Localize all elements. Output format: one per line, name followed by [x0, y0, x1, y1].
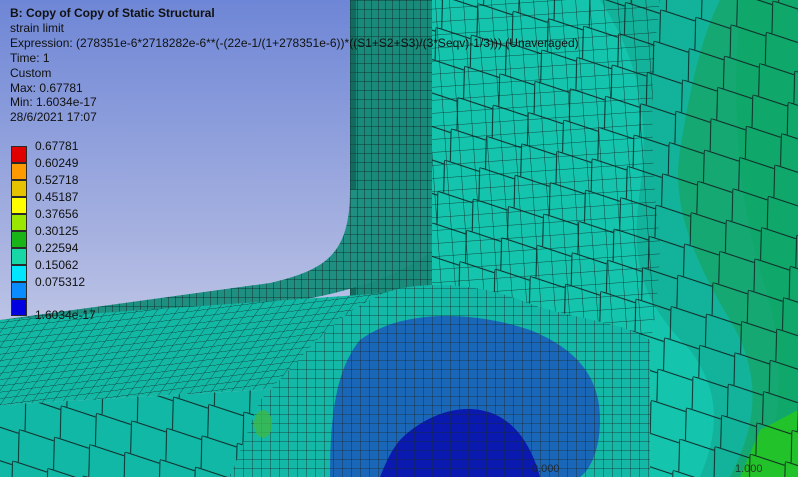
legend-swatch [11, 299, 27, 316]
legend-mode: Custom [10, 65, 52, 80]
legend-value: 0.15062 [35, 258, 79, 272]
contour-legend[interactable]: 0.67781 0.60249 0.52718 0.45187 0.37656 0.301… [11, 139, 96, 322]
result-time: Time: 1 [10, 50, 50, 65]
result-expression: Expression: (278351e-6*2718282e-6**(-(22… [10, 35, 579, 50]
scale-label-start: 0.000 [532, 463, 560, 475]
result-min: Min: 1.6034e-17 [10, 95, 97, 110]
legend-value: 0.45187 [35, 190, 79, 204]
legend-value: 1.6034e-17 [35, 308, 96, 322]
legend-swatch [11, 214, 27, 231]
result-date: 28/6/2021 17:07 [10, 110, 97, 125]
legend-value: 0.37656 [35, 207, 79, 221]
legend-swatch [11, 282, 27, 299]
legend-value: 0.30125 [35, 224, 79, 238]
legend-swatch [11, 265, 27, 282]
legend-value: 0.67781 [35, 139, 79, 153]
legend-swatch [11, 197, 27, 214]
legend-value: 0.52718 [35, 173, 79, 187]
scale-label-end: 1.000 [735, 463, 763, 475]
legend-swatch [11, 180, 27, 197]
analysis-title: B: Copy of Copy of Static Structural [10, 6, 215, 20]
legend-swatch [11, 146, 27, 163]
legend-value: 0.075312 [35, 275, 86, 289]
legend-row: 1.6034e-17 [11, 299, 96, 322]
legend-value: 0.22594 [35, 241, 79, 255]
legend-swatch [11, 163, 27, 180]
legend-swatch [11, 248, 27, 265]
legend-row: 0.075312 [11, 275, 96, 299]
result-name: strain limit [10, 20, 65, 35]
result-info-panel: B: Copy of Copy of Static Structural str… [10, 6, 579, 125]
result-max: Max: 0.67781 [10, 80, 83, 95]
legend-value: 0.60249 [35, 156, 79, 170]
legend-swatch [11, 231, 27, 248]
